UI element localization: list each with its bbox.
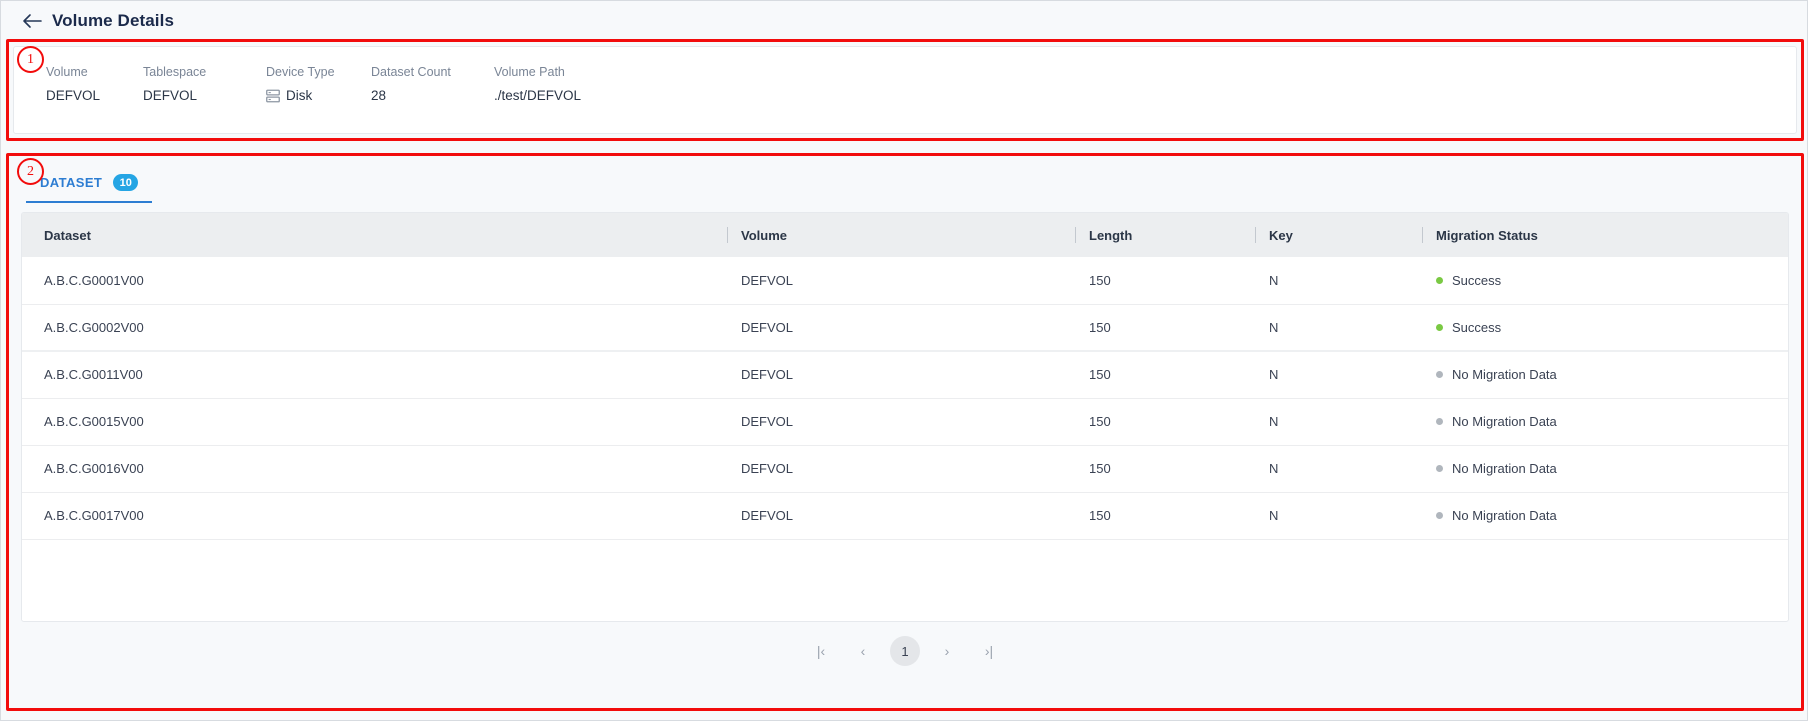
cell-volume: DEFVOL bbox=[727, 257, 1075, 305]
column-header-dataset[interactable]: Dataset bbox=[22, 213, 727, 257]
cell-dataset: A.B.C.G0016V00 bbox=[22, 445, 727, 493]
cell-key: N bbox=[1255, 350, 1422, 399]
cell-volume: DEFVOL bbox=[727, 304, 1075, 352]
status-badge: Success bbox=[1436, 273, 1788, 288]
cell-dataset: A.B.C.G0015V00 bbox=[22, 398, 727, 446]
cell-migration-status: No Migration Data bbox=[1422, 350, 1788, 399]
field-device-type-value: Disk bbox=[286, 88, 313, 103]
cell-length: 150 bbox=[1075, 398, 1255, 446]
field-dataset-count: Dataset Count 28 bbox=[371, 65, 494, 103]
tab-dataset[interactable]: DATASET 10 bbox=[26, 174, 153, 203]
field-volume: Volume DEFVOL bbox=[46, 65, 143, 103]
cell-length: 150 bbox=[1075, 257, 1255, 305]
cell-migration-status: No Migration Data bbox=[1422, 492, 1788, 540]
cell-dataset: A.B.C.G0002V00 bbox=[22, 304, 727, 352]
status-badge: Success bbox=[1436, 320, 1788, 335]
column-header-migration-status[interactable]: Migration Status bbox=[1422, 213, 1788, 257]
cell-volume: DEFVOL bbox=[727, 445, 1075, 493]
status-label: Success bbox=[1452, 319, 1502, 335]
cell-length: 150 bbox=[1075, 445, 1255, 493]
table-header-row: Dataset Volume Length Key Migration Stat… bbox=[22, 213, 1788, 257]
field-volume-path: Volume Path ./test/DEFVOL bbox=[494, 65, 794, 103]
field-tablespace: Tablespace DEFVOL bbox=[143, 65, 266, 103]
field-device-type-value-wrap: Disk bbox=[266, 88, 371, 103]
status-label: No Migration Data bbox=[1452, 414, 1557, 429]
dataset-table-header: Dataset Volume Length Key Migration Stat… bbox=[22, 213, 1788, 257]
disk-icon bbox=[266, 89, 280, 103]
table-row[interactable]: A.B.C.G0011V00 DEFVOL 150 N No Migration Dat… bbox=[22, 350, 1788, 399]
status-dot-icon bbox=[1436, 418, 1443, 425]
pagination-next-button[interactable]: › bbox=[932, 636, 962, 666]
field-volume-path-label: Volume Path bbox=[494, 65, 565, 79]
cell-key: N bbox=[1255, 492, 1422, 540]
volume-summary-card: Volume DEFVOL Tablespace DEFVOL Device T… bbox=[13, 46, 1797, 134]
pagination-first-button[interactable]: |‹ bbox=[806, 636, 836, 666]
column-header-volume[interactable]: Volume bbox=[727, 213, 1075, 257]
status-badge: No Migration Data bbox=[1436, 367, 1788, 382]
dataset-table-container: Dataset Volume Length Key Migration Stat… bbox=[21, 212, 1789, 622]
cell-length: 150 bbox=[1075, 350, 1255, 399]
status-dot-icon bbox=[1436, 465, 1443, 472]
cell-dataset: A.B.C.G0017V00 bbox=[22, 492, 727, 540]
dataset-table: Dataset Volume Length Key Migration Stat… bbox=[22, 213, 1788, 540]
field-volume-label: Volume bbox=[46, 65, 88, 79]
table-row[interactable]: A.B.C.G0015V00 DEFVOL 150 N No Migration Dat… bbox=[22, 398, 1788, 446]
cell-volume: DEFVOL bbox=[727, 492, 1075, 540]
table-row[interactable]: A.B.C.G0016V00 DEFVOL 150 N No Migration Dat… bbox=[22, 445, 1788, 493]
cell-length: 150 bbox=[1075, 492, 1255, 540]
status-label: Success bbox=[1452, 272, 1502, 288]
status-badge: No Migration Data bbox=[1436, 461, 1788, 476]
status-label: No Migration Data bbox=[1452, 461, 1557, 476]
status-dot-icon bbox=[1436, 323, 1443, 331]
pagination: |‹ ‹ 1 › ›| bbox=[21, 622, 1789, 680]
pagination-page-1[interactable]: 1 bbox=[890, 636, 920, 666]
cell-volume: DEFVOL bbox=[727, 398, 1075, 446]
pagination-last-button[interactable]: ›| bbox=[974, 636, 1004, 666]
volume-details-page: Volume Details Volume DEFVOL Tablespace … bbox=[0, 0, 1808, 721]
cell-migration-status: Success bbox=[1422, 257, 1788, 305]
table-row[interactable]: A.B.C.G0017V00 DEFVOL 150 N No Migration Dat… bbox=[22, 492, 1788, 540]
cell-dataset: A.B.C.G0001V00 bbox=[22, 257, 727, 305]
page-header: Volume Details bbox=[1, 1, 1807, 41]
page-title: Volume Details bbox=[52, 11, 175, 30]
table-row[interactable]: A.B.C.G0002V00 DEFVOL 150 N Success bbox=[22, 304, 1788, 352]
cell-key: N bbox=[1255, 445, 1422, 493]
field-dataset-count-label: Dataset Count bbox=[371, 65, 451, 79]
pagination-prev-button[interactable]: ‹ bbox=[848, 636, 878, 666]
tab-bar: DATASET 10 bbox=[13, 164, 1797, 210]
column-header-key[interactable]: Key bbox=[1255, 213, 1422, 257]
field-tablespace-value: DEFVOL bbox=[143, 88, 198, 103]
field-volume-value: DEFVOL bbox=[46, 88, 101, 103]
field-device-type-label: Device Type bbox=[266, 65, 335, 79]
status-label: No Migration Data bbox=[1452, 508, 1557, 523]
cell-migration-status: No Migration Data bbox=[1422, 445, 1788, 493]
cell-length: 150 bbox=[1075, 304, 1255, 352]
status-dot-icon bbox=[1436, 512, 1443, 519]
summary-field-list: Volume DEFVOL Tablespace DEFVOL Device T… bbox=[14, 47, 1796, 103]
field-volume-path-value: ./test/DEFVOL bbox=[494, 88, 582, 103]
cell-migration-status: No Migration Data bbox=[1422, 398, 1788, 446]
field-dataset-count-value: 28 bbox=[371, 88, 387, 103]
cell-dataset: A.B.C.G0011V00 bbox=[22, 350, 727, 399]
cell-key: N bbox=[1255, 257, 1422, 305]
cell-volume: DEFVOL bbox=[727, 350, 1075, 399]
cell-key: N bbox=[1255, 398, 1422, 446]
column-header-length[interactable]: Length bbox=[1075, 213, 1255, 257]
cell-key: N bbox=[1255, 304, 1422, 352]
field-tablespace-label: Tablespace bbox=[143, 65, 207, 79]
dataset-table-body: A.B.C.G0001V00 DEFVOL 150 N Success A.B.C.G00… bbox=[22, 257, 1788, 540]
status-dot-icon bbox=[1436, 276, 1443, 284]
status-badge: No Migration Data bbox=[1436, 508, 1788, 523]
status-badge: No Migration Data bbox=[1436, 414, 1788, 429]
dataset-card: DATASET 10 Dataset Volume Length Key Mig… bbox=[13, 164, 1797, 709]
table-row[interactable]: A.B.C.G0001V00 DEFVOL 150 N Success bbox=[22, 257, 1788, 305]
status-label: No Migration Data bbox=[1452, 367, 1557, 383]
field-device-type: Device Type Disk bbox=[266, 65, 371, 103]
tab-dataset-badge: 10 bbox=[113, 174, 139, 191]
cell-migration-status: Success bbox=[1422, 304, 1788, 352]
tab-dataset-label: DATASET bbox=[40, 175, 103, 190]
table-empty-filler bbox=[22, 539, 1788, 620]
status-dot-icon bbox=[1436, 371, 1443, 379]
arrow-left-icon[interactable] bbox=[21, 10, 43, 32]
